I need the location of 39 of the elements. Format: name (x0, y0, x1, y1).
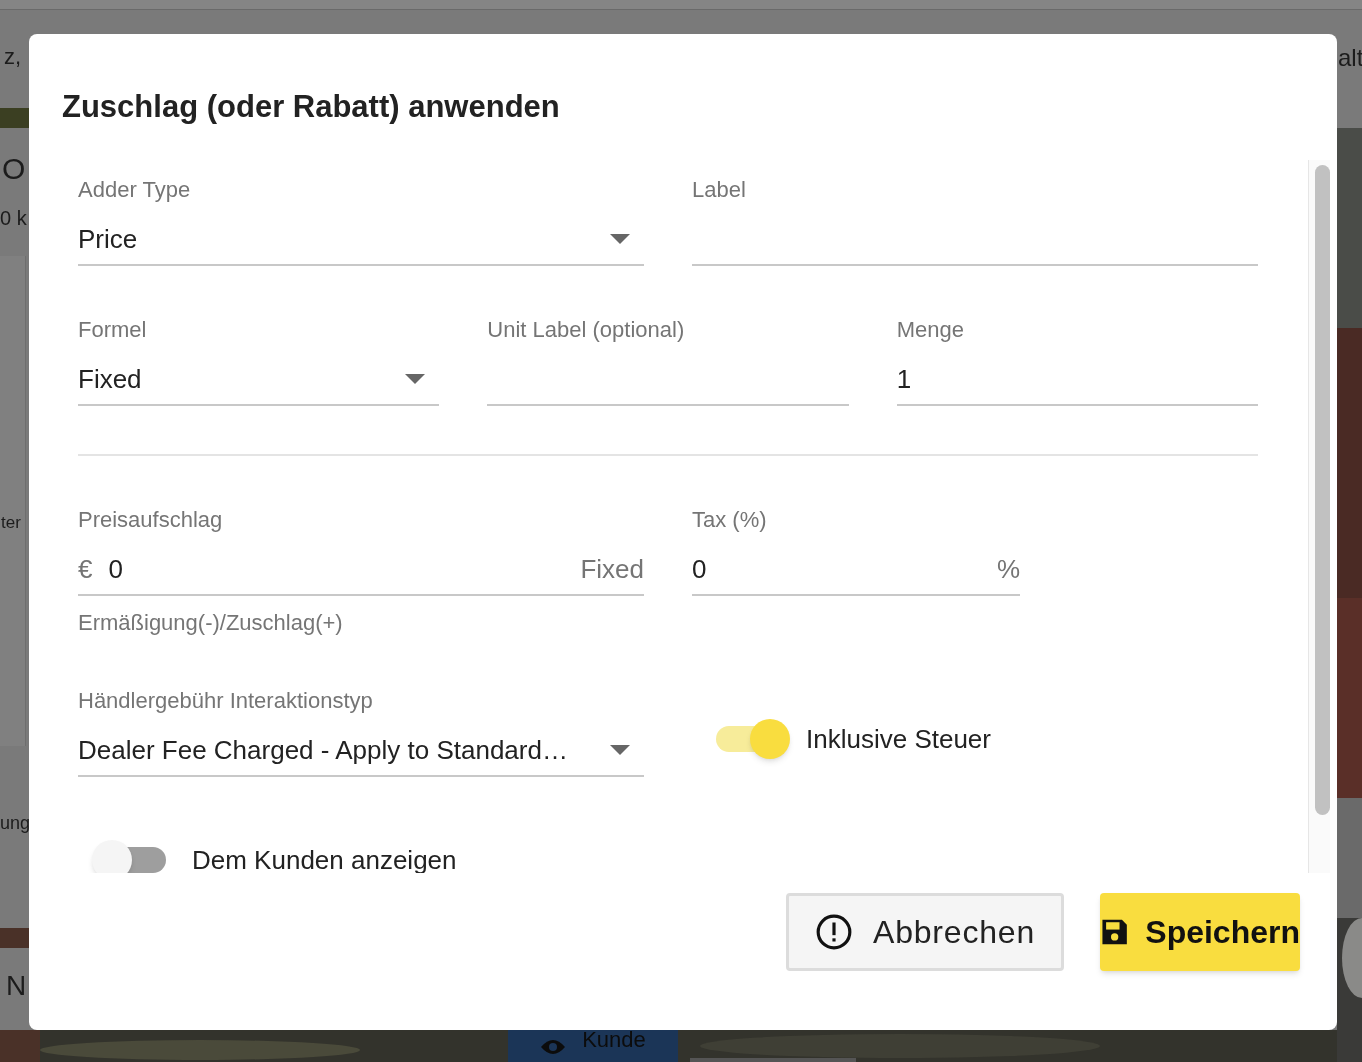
input-field[interactable]: € 0 Fixed (78, 548, 644, 596)
select-field[interactable]: Fixed (78, 358, 440, 406)
dropdown-caret-icon (405, 374, 426, 384)
field-label: Preisaufschlag (78, 506, 224, 534)
save-button[interactable]: Speichern (1100, 893, 1300, 971)
input-field[interactable]: 0 % (692, 548, 1020, 596)
helper-text: Ermäßigung(-)/Zuschlag(+) (78, 609, 344, 637)
eye-icon (540, 1038, 567, 1056)
toggle-label: Dem Kunden anzeigen (192, 843, 457, 873)
toggle-label: Inklusive Steuer (806, 722, 991, 756)
cancel-button[interactable]: Abbrechen (786, 893, 1064, 971)
background-text: z, (4, 46, 22, 68)
background-text: ter (1, 514, 21, 531)
dropdown-caret-icon (610, 745, 630, 755)
field-label: Menge (896, 316, 965, 344)
field-label: Label (692, 176, 747, 204)
unit-suffix: Fixed (580, 552, 644, 586)
select-field[interactable]: Dealer Fee Charged - Apply to Standard… (78, 729, 644, 777)
field-label: Tax (%) (692, 506, 768, 534)
field-label: Formel (78, 316, 148, 344)
background-stripe (0, 928, 29, 948)
currency-prefix: € (78, 552, 93, 586)
unit-suffix: % (996, 552, 1020, 586)
field-label: Händlergebühr Interaktionstyp (78, 687, 374, 715)
toggle-switch[interactable] (714, 718, 790, 760)
dialog-title: Zuschlag (oder Rabatt) anwenden (61, 88, 561, 126)
toggle-switch[interactable] (92, 839, 168, 873)
select-field[interactable]: Price (78, 218, 644, 266)
scrollbar[interactable] (1308, 160, 1330, 873)
field-label: Unit Label (optional) (487, 316, 686, 344)
background-text: 0 k (0, 208, 27, 228)
background-text: ung (0, 814, 31, 832)
input-field[interactable]: 1 (896, 358, 1258, 406)
background-text: O (2, 154, 26, 184)
field-label: Adder Type (78, 176, 192, 204)
background-stripe (0, 108, 29, 128)
background-text: N (6, 972, 27, 1000)
alert-circle-icon (815, 913, 853, 951)
dropdown-caret-icon (610, 234, 630, 244)
